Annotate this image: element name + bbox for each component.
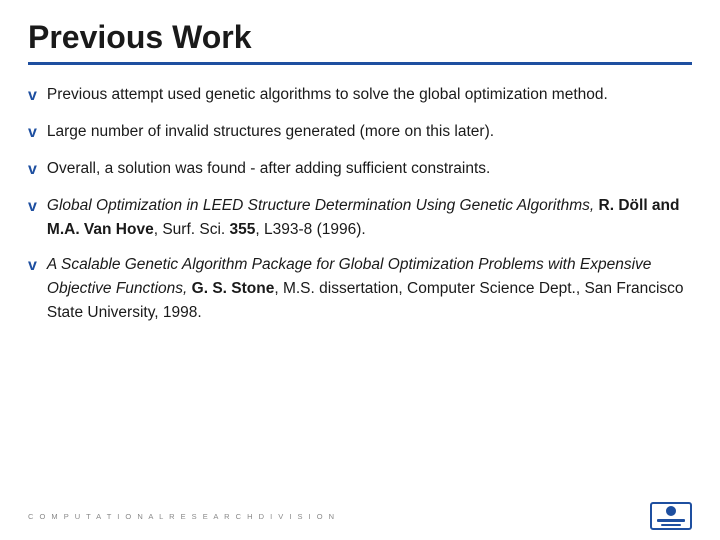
bullet-item-3: v Overall, a solution was found - after …	[28, 157, 692, 183]
bullet-marker-4: v	[28, 195, 37, 220]
bullet-marker-1: v	[28, 84, 37, 109]
slide-title: Previous Work	[28, 18, 692, 56]
bullet-text-4: Global Optimization in LEED Structure De…	[47, 194, 692, 242]
bullet-text-1: Previous attempt used genetic algorithms…	[47, 83, 692, 107]
logo-box	[650, 502, 692, 530]
bullet-text-5: A Scalable Genetic Algorithm Package for…	[47, 253, 692, 325]
bullet-marker-5: v	[28, 254, 37, 279]
bullet-marker-2: v	[28, 121, 37, 146]
bullet-item-5: v A Scalable Genetic Algorithm Package f…	[28, 253, 692, 325]
text-italic-1: Global Optimization in LEED Structure De…	[47, 197, 594, 214]
logo-line-1	[657, 519, 684, 522]
content-area: v Previous attempt used genetic algorith…	[28, 83, 692, 324]
slide: Previous Work v Previous attempt used ge…	[0, 0, 720, 540]
logo	[650, 502, 692, 530]
text-bold-3: G. S. Stone	[192, 280, 275, 297]
logo-inner	[654, 506, 688, 526]
footer: C O M P U T A T I O N A L R E S E A R C …	[0, 502, 720, 530]
title-divider	[28, 62, 692, 65]
bullet-item-1: v Previous attempt used genetic algorith…	[28, 83, 692, 109]
bullet-text-2: Large number of invalid structures gener…	[47, 120, 692, 144]
logo-line-2	[661, 524, 681, 526]
bullet-item-2: v Large number of invalid structures gen…	[28, 120, 692, 146]
bullet-list: v Previous attempt used genetic algorith…	[28, 83, 692, 324]
bullet-marker-3: v	[28, 158, 37, 183]
text-bold-2: 355	[230, 221, 256, 238]
bullet-item-4: v Global Optimization in LEED Structure …	[28, 194, 692, 242]
bullet-text-3: Overall, a solution was found - after ad…	[47, 157, 692, 181]
logo-circle	[666, 506, 676, 516]
text-italic-2: A Scalable Genetic Algorithm Package for…	[47, 256, 652, 297]
footer-text: C O M P U T A T I O N A L R E S E A R C …	[28, 512, 336, 521]
